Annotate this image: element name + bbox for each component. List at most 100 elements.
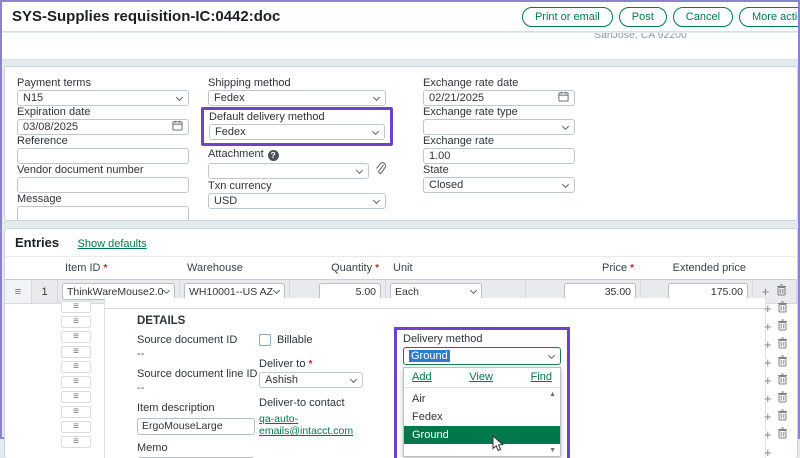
state-select[interactable]: Closed [423, 177, 575, 193]
payment-terms-select[interactable]: N15 [17, 90, 189, 106]
chevron-down-icon [176, 95, 183, 102]
entries-header: Entries Show defaults [5, 229, 797, 256]
scroll-down-icon[interactable]: ▼ [549, 447, 556, 454]
chevron-down-icon [350, 377, 357, 384]
delete-row-icon[interactable] [777, 372, 788, 390]
deliver-to-select[interactable]: Ashish [259, 372, 363, 388]
source-document-line-id-label: Source document line ID [137, 368, 257, 380]
grip-icon: ≡ [73, 331, 79, 342]
attachment-select[interactable] [208, 163, 369, 179]
txn-currency-select[interactable]: USD [208, 193, 386, 209]
details-column-1: Source document ID -- Source document li… [137, 334, 257, 458]
add-row-icon[interactable]: + [764, 320, 772, 333]
row-actions: + [764, 410, 792, 423]
grip-icon: ≡ [73, 406, 79, 417]
add-row-icon[interactable]: + [764, 356, 772, 369]
paperclip-icon[interactable] [375, 162, 386, 180]
option-ground[interactable]: Ground [404, 426, 560, 444]
item-description-input[interactable] [137, 418, 255, 435]
delete-row-icon[interactable] [776, 284, 787, 299]
vendor-document-number-input[interactable] [17, 177, 189, 193]
delete-row-icon[interactable] [777, 390, 788, 408]
row-grip-handle[interactable]: ≡ [61, 436, 91, 448]
row-grip-handle[interactable]: ≡ [61, 391, 91, 403]
chevron-down-icon [356, 168, 363, 175]
chevron-down-icon [548, 353, 555, 360]
add-link[interactable]: Add [412, 371, 432, 383]
deliver-to-contact-link[interactable]: qa-auto-emails@intacct.com [259, 413, 391, 437]
exchange-rate-date-input[interactable]: 02/21/2025 [423, 90, 575, 106]
row-grip-handle[interactable]: ≡ [61, 301, 91, 313]
print-or-email-button[interactable]: Print or email [522, 7, 613, 27]
delete-row-icon[interactable] [777, 336, 788, 354]
default-delivery-method-select[interactable]: Fedex [209, 124, 385, 140]
row-grip-handle[interactable]: ≡ [61, 376, 91, 388]
expiration-date-input[interactable]: 03/08/2025 [17, 119, 189, 135]
shipping-method-field: Shipping method Fedex [208, 77, 386, 106]
row-grip-handle[interactable]: ≡ [61, 406, 91, 418]
shipping-method-select[interactable]: Fedex [208, 90, 386, 106]
delete-row-icon[interactable] [777, 426, 788, 444]
grip-icon: ≡ [73, 346, 79, 357]
reference-input[interactable] [17, 148, 189, 164]
scroll-up-icon[interactable]: ▲ [549, 391, 556, 398]
attachment-row [208, 162, 386, 180]
txn-currency-field: Txn currency USD [208, 180, 386, 209]
grip-icon: ≡ [73, 376, 79, 387]
option-air[interactable]: Air [404, 390, 560, 408]
row-actions: + [764, 446, 792, 458]
option-fedex[interactable]: Fedex [404, 408, 560, 426]
cancel-button[interactable]: Cancel [673, 7, 733, 27]
delivery-method-combobox[interactable]: Ground [403, 347, 561, 365]
add-row-icon[interactable]: + [764, 302, 772, 315]
address-strip: SanJose, CA 92200 [2, 33, 798, 60]
post-button[interactable]: Post [619, 7, 667, 27]
add-row-icon[interactable]: + [764, 428, 772, 441]
form-column-1: Payment terms N15 Expiration date 03/08/… [17, 77, 189, 221]
view-link[interactable]: View [469, 371, 493, 383]
add-row-icon[interactable]: + [764, 392, 772, 405]
delete-row-icon[interactable] [777, 354, 788, 372]
txn-currency-label: Txn currency [208, 180, 386, 192]
required-icon: * [103, 263, 107, 274]
dropdown-links: Add View Find [404, 368, 560, 388]
row-grip-handle[interactable]: ≡ [61, 316, 91, 328]
row-grip-handle[interactable]: ≡ [61, 361, 91, 373]
details-section: DETAILS Source document ID -- Source doc… [104, 298, 766, 458]
details-divider [105, 308, 765, 309]
required-icon: * [375, 263, 379, 274]
default-delivery-method-label: Default delivery method [209, 111, 385, 123]
delete-row-icon[interactable] [777, 318, 788, 336]
memo-label: Memo [137, 442, 257, 454]
delete-row-icon[interactable] [777, 300, 788, 318]
message-input[interactable] [17, 206, 189, 221]
add-row-icon[interactable]: + [764, 410, 772, 423]
exchange-rate-type-select[interactable] [423, 119, 575, 135]
find-link[interactable]: Find [531, 371, 552, 383]
add-row-icon[interactable]: + [764, 338, 772, 351]
expiration-date-label: Expiration date [17, 106, 189, 118]
add-row-icon[interactable]: + [764, 446, 772, 458]
row-grip-handle[interactable]: ≡ [61, 346, 91, 358]
grip-icon: ≡ [73, 316, 79, 327]
delivery-method-dropdown: Add View Find ▲ Air Fedex Ground ▼ [403, 367, 561, 457]
form-column-3: Exchange rate date 02/21/2025 Exchange r… [423, 77, 575, 193]
billable-checkbox[interactable] [259, 334, 271, 346]
delete-row-icon[interactable] [777, 408, 788, 426]
more-actions-button[interactable]: More actions [739, 7, 798, 27]
add-row-icon[interactable]: + [764, 374, 772, 387]
row-grip-handle[interactable]: ≡ [61, 331, 91, 343]
row-grip-handle[interactable]: ≡ [61, 421, 91, 433]
calendar-icon[interactable] [558, 91, 569, 106]
exchange-rate-type-label: Exchange rate type [423, 106, 575, 118]
grip-icon: ≡ [73, 391, 79, 402]
calendar-icon[interactable] [172, 120, 183, 135]
form-column-2: Shipping method Fedex Default delivery m… [208, 77, 386, 209]
message-label: Message [17, 193, 189, 205]
expiration-date-field: Expiration date 03/08/2025 [17, 106, 189, 135]
show-defaults-link[interactable]: Show defaults [78, 238, 147, 250]
exchange-rate-input[interactable] [423, 148, 575, 164]
add-row-icon[interactable]: + [762, 285, 770, 298]
col-actions [753, 256, 797, 280]
help-icon[interactable]: ? [268, 150, 279, 161]
